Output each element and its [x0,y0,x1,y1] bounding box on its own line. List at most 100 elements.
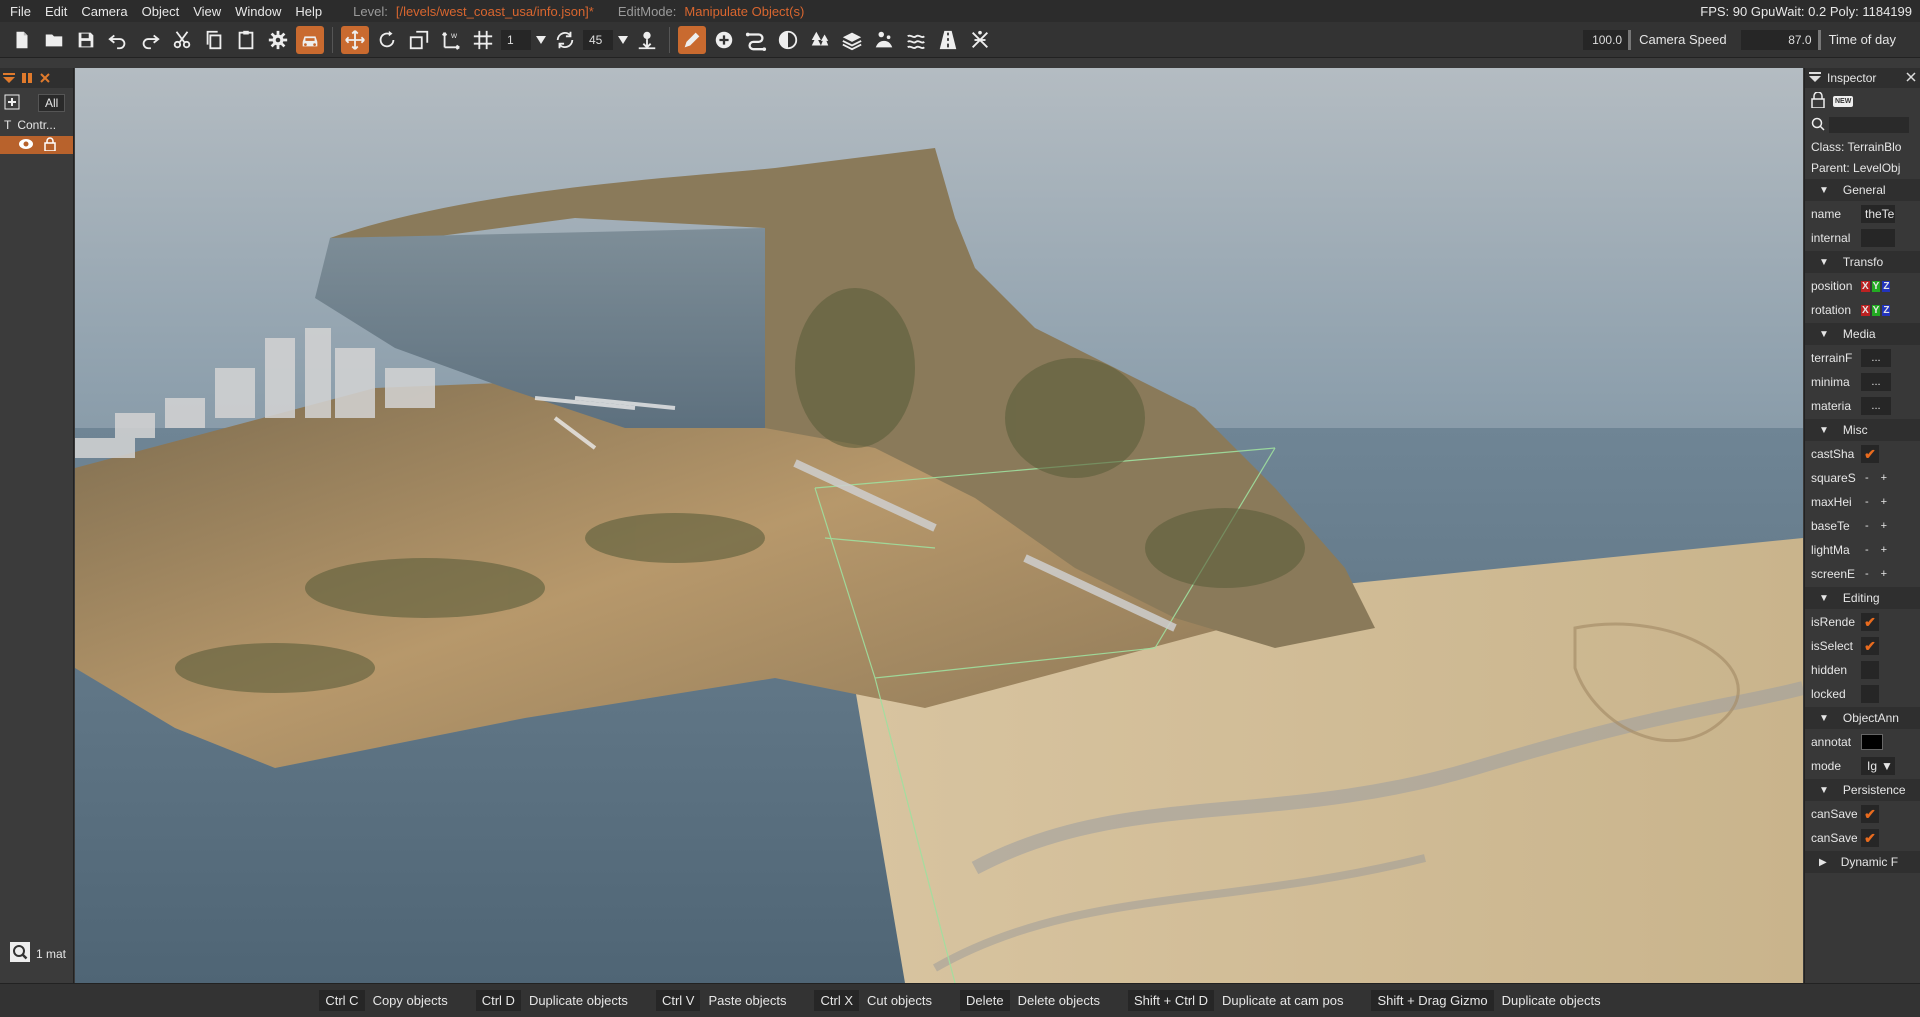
decrement-button[interactable]: - [1865,496,1869,508]
group-annotation[interactable]: ▼ ObjectAnn [1805,707,1920,729]
y-axis[interactable]: Y [1871,280,1881,292]
paste-icon[interactable] [232,26,260,54]
lock-icon[interactable] [1811,90,1825,111]
squaresize-stepper[interactable]: - + [1865,472,1887,484]
rotation-snap-icon[interactable] [551,26,579,54]
scene-tree-item[interactable]: T Contr... [0,114,73,136]
vehicle-icon[interactable] [296,25,324,54]
decrement-button[interactable]: - [1865,520,1869,532]
chevron-down-icon[interactable] [533,26,549,54]
menu-edit[interactable]: Edit [38,4,74,19]
river-icon[interactable] [902,26,930,54]
menu-window[interactable]: Window [228,4,288,19]
panel-menu-icon[interactable] [0,69,18,87]
close-icon[interactable] [1906,71,1916,85]
add-object-icon[interactable] [710,26,738,54]
x-axis[interactable]: X [1861,280,1870,292]
grid-snap-icon[interactable] [469,26,497,54]
decrement-button[interactable]: - [1865,568,1869,580]
x-axis[interactable]: X [1861,304,1870,316]
maxheight-stepper[interactable]: - + [1865,496,1887,508]
menu-object[interactable]: Object [135,4,187,19]
rotate-gizmo-icon[interactable] [373,26,401,54]
chevron-down-icon[interactable] [615,26,631,54]
group-transform[interactable]: ▼ Transfo [1805,251,1920,273]
increment-button[interactable]: + [1881,568,1887,580]
cansave-dynamic-checkbox[interactable]: ✔ [1861,829,1879,847]
road-editor-icon[interactable] [742,26,770,54]
increment-button[interactable]: + [1881,472,1887,484]
undo-icon[interactable] [104,26,132,54]
z-axis[interactable]: Z [1882,280,1891,292]
scene-tree-selected-item[interactable] [0,136,73,154]
panel-menu-icon[interactable] [1809,71,1821,85]
menu-camera[interactable]: Camera [74,4,134,19]
internal-name-field[interactable] [1861,229,1895,247]
world-axis-icon[interactable]: W [437,26,465,54]
material-browse-button[interactable]: ... [1861,397,1891,415]
increment-button[interactable]: + [1881,496,1887,508]
lock-icon[interactable] [44,136,56,154]
terrain-paint-icon[interactable] [774,26,802,54]
close-icon[interactable] [36,69,54,87]
open-folder-icon[interactable] [40,26,68,54]
terrainfile-browse-button[interactable]: ... [1861,349,1891,367]
forest-icon[interactable] [806,26,834,54]
minimap-browse-button[interactable]: ... [1861,373,1891,391]
navmesh-icon[interactable] [966,26,994,54]
camera-speed-field[interactable]: 100.0 [1583,29,1632,50]
edit-pencil-icon[interactable] [678,25,706,54]
group-media[interactable]: ▼ Media [1805,323,1920,345]
screenerror-stepper[interactable]: - + [1865,568,1887,580]
basetex-stepper[interactable]: - + [1865,520,1887,532]
translate-gizmo-icon[interactable] [341,25,369,54]
eye-visibility-icon[interactable] [18,138,34,153]
group-persistence[interactable]: ▼ Persistence [1805,779,1920,801]
menu-help[interactable]: Help [288,4,329,19]
group-misc[interactable]: ▼ Misc [1805,419,1920,441]
group-dynamic[interactable]: ▶ Dynamic F [1805,851,1920,873]
castshadows-checkbox[interactable]: ✔ [1861,445,1879,463]
z-axis[interactable]: Z [1882,304,1891,316]
annotation-color-swatch[interactable] [1861,734,1883,750]
isselect-checkbox[interactable]: ✔ [1861,637,1879,655]
hidden-checkbox[interactable] [1861,661,1879,679]
new-file-icon[interactable] [8,26,36,54]
add-group-icon[interactable] [4,94,20,113]
inspector-search-input[interactable] [1829,117,1909,133]
menu-view[interactable]: View [186,4,228,19]
redo-icon[interactable] [136,26,164,54]
isrender-checkbox[interactable]: ✔ [1861,613,1879,631]
increment-button[interactable]: + [1881,544,1887,556]
drop-to-ground-icon[interactable] [633,26,661,54]
locked-checkbox[interactable] [1861,685,1879,703]
save-icon[interactable] [72,26,100,54]
decal-icon[interactable] [870,26,898,54]
scale-gizmo-icon[interactable] [405,26,433,54]
rotation-snap-value[interactable]: 45 [583,29,613,50]
menu-file[interactable]: File [0,4,38,19]
mesh-road-icon[interactable] [934,26,962,54]
rotation-xyz[interactable]: XYZ [1861,304,1891,316]
copy-icon[interactable] [200,26,228,54]
position-xyz[interactable]: XYZ [1861,280,1891,292]
decrement-button[interactable]: - [1865,472,1869,484]
cut-icon[interactable] [168,26,196,54]
increment-button[interactable]: + [1881,520,1887,532]
y-axis[interactable]: Y [1871,304,1881,316]
cansave-checkbox[interactable]: ✔ [1861,805,1879,823]
filter-all-button[interactable]: All [38,94,66,112]
group-general[interactable]: ▼ General [1805,179,1920,201]
dock-icon[interactable] [18,69,36,87]
name-field[interactable]: theTe [1861,205,1895,223]
grid-snap-value[interactable]: 1 [501,29,531,50]
time-of-day-field[interactable]: 87.0 [1740,29,1821,50]
3d-viewport[interactable] [75,68,1803,983]
lightmap-stepper[interactable]: - + [1865,544,1887,556]
settings-gear-icon[interactable] [264,26,292,54]
mode-select[interactable]: Ig ▼ [1861,757,1895,775]
layers-icon[interactable] [838,26,866,54]
new-inspector-button[interactable]: NEW [1833,95,1854,107]
group-editing[interactable]: ▼ Editing [1805,587,1920,609]
search-icon[interactable] [10,942,30,965]
